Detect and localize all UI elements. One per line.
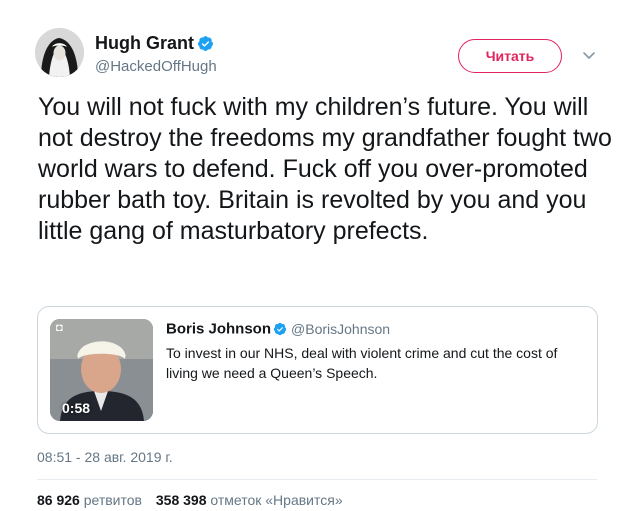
tweet-header: Hugh Grant @HackedOffHugh Читать: [35, 28, 615, 84]
quoted-tweet[interactable]: ◘ 0:58 Boris Johnson @BorisJohnson To inv…: [37, 306, 598, 434]
likes-count: 358 398: [155, 492, 207, 508]
quoted-author-name[interactable]: Boris Johnson: [166, 320, 271, 337]
video-duration: 0:58: [62, 400, 91, 416]
likes-stat[interactable]: 358 398 отметок «Нравится»: [156, 492, 343, 508]
retweets-label: ретвитов: [83, 492, 142, 508]
avatar[interactable]: [35, 28, 84, 77]
quoted-tweet-header: Boris Johnson @BorisJohnson: [166, 320, 390, 338]
tweet-stats: 86 926 ретвитов 358 398 отметок «Нравитс…: [37, 492, 353, 508]
quoted-video-thumbnail[interactable]: ◘ 0:58: [50, 319, 153, 421]
verified-badge-icon: [197, 35, 214, 52]
follow-button[interactable]: Читать: [458, 39, 562, 73]
tweet-timestamp[interactable]: 08:51 - 28 авг. 2019 г.: [37, 449, 173, 465]
author-display-name[interactable]: Hugh Grant: [95, 33, 194, 54]
retweets-stat[interactable]: 86 926 ретвитов: [37, 492, 142, 508]
divider: [37, 479, 597, 480]
tweet-card: Hugh Grant @HackedOffHugh Читать You wil…: [0, 0, 636, 511]
retweets-count: 86 926: [37, 492, 80, 508]
verified-badge-icon: [273, 322, 287, 336]
quoted-author-handle[interactable]: @BorisJohnson: [291, 321, 390, 337]
likes-label: отметок «Нравится»: [210, 492, 343, 508]
author-names: Hugh Grant @HackedOffHugh: [95, 33, 217, 75]
quoted-tweet-text: To invest in our NHS, deal with violent …: [166, 345, 558, 381]
chevron-down-icon[interactable]: [580, 46, 598, 64]
author-handle[interactable]: @HackedOffHugh: [95, 58, 217, 75]
tweet-text: You will not fuck with my children’s fut…: [38, 93, 612, 245]
avatar-image: [35, 28, 84, 77]
video-icon: ◘: [56, 322, 63, 334]
